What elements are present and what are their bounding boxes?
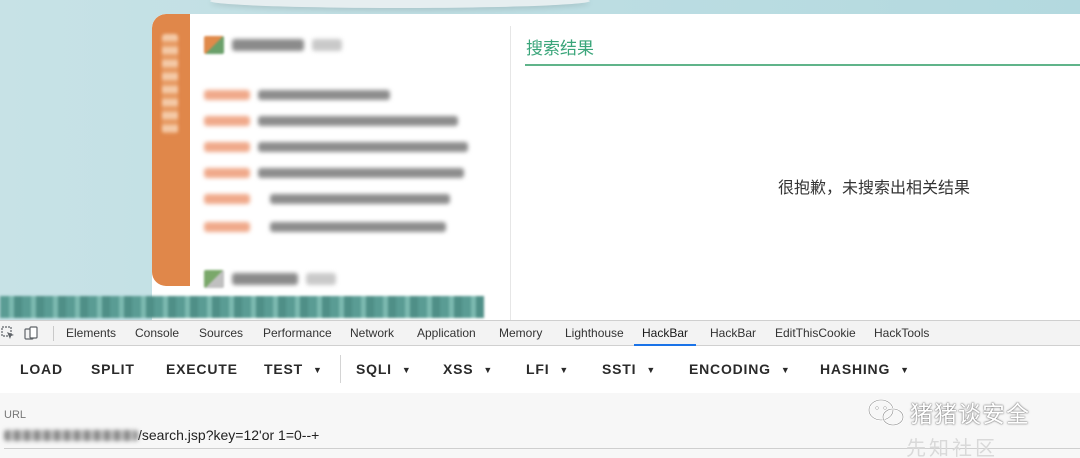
load-button[interactable]: LOAD bbox=[20, 347, 63, 391]
execute-button[interactable]: EXECUTE bbox=[166, 347, 238, 391]
ssti-dropdown-label: SSTI bbox=[602, 361, 637, 377]
test-dropdown-label: TEST bbox=[264, 361, 303, 377]
post-title-blurred bbox=[232, 273, 298, 285]
xss-dropdown[interactable]: XSS ▼ bbox=[443, 347, 493, 391]
devtools-tab-bar: Elements Console Sources Performance Net… bbox=[0, 321, 1080, 346]
url-host-blurred bbox=[4, 429, 138, 441]
post-meta-blurred bbox=[312, 39, 342, 51]
post-meta-blurred bbox=[306, 273, 336, 285]
post-thumbnail-icon bbox=[204, 270, 224, 288]
post-title-blurred bbox=[232, 39, 304, 51]
no-results-message: 很抱歉，未搜索出相关结果 bbox=[778, 178, 971, 197]
encoding-dropdown-label: ENCODING bbox=[689, 361, 771, 377]
inspect-element-icon[interactable] bbox=[1, 326, 15, 340]
hashing-dropdown[interactable]: HASHING ▼ bbox=[820, 347, 910, 391]
lfi-dropdown-label: LFI bbox=[526, 361, 550, 377]
encoding-dropdown[interactable]: ENCODING ▼ bbox=[689, 347, 791, 391]
sqli-dropdown[interactable]: SQLI ▼ bbox=[356, 347, 412, 391]
tab-hackbar[interactable]: HackBar bbox=[702, 321, 764, 346]
url-field-underline bbox=[4, 448, 1080, 449]
tab-hackbar-active[interactable]: HackBar bbox=[634, 321, 697, 346]
sqli-dropdown-label: SQLI bbox=[356, 361, 392, 377]
header-shadow bbox=[210, 0, 590, 8]
lfi-dropdown[interactable]: LFI ▼ bbox=[526, 347, 569, 391]
post-title-row bbox=[204, 36, 342, 54]
post-title-row bbox=[204, 270, 336, 288]
devtools-panel: Elements Console Sources Performance Net… bbox=[0, 320, 1080, 458]
title-underline bbox=[525, 64, 1080, 66]
post-thumbnail-icon bbox=[204, 36, 224, 54]
url-label: URL bbox=[4, 409, 27, 421]
tab-console[interactable]: Console bbox=[127, 321, 187, 346]
url-section: URL /search.jsp?key=12'or 1=0--+ bbox=[0, 393, 1080, 458]
chevron-down-icon: ▼ bbox=[401, 365, 412, 376]
url-path-text: /search.jsp?key=12'or 1=0--+ bbox=[138, 427, 320, 443]
ssti-dropdown[interactable]: SSTI ▼ bbox=[602, 347, 656, 391]
split-button-label: SPLIT bbox=[91, 361, 135, 377]
execute-button-label: EXECUTE bbox=[166, 361, 238, 377]
search-results-panel: 搜索结果 很抱歉，未搜索出相关结果 bbox=[510, 14, 1080, 320]
chevron-down-icon: ▼ bbox=[483, 365, 494, 376]
webpage-viewport: 搜索结果 很抱歉，未搜索出相关结果 bbox=[0, 0, 1080, 320]
post-list-card bbox=[152, 14, 512, 320]
tab-editthiscookie[interactable]: EditThisCookie bbox=[767, 321, 864, 346]
tab-performance[interactable]: Performance bbox=[255, 321, 340, 346]
hackbar-toolbar: LOAD SPLIT EXECUTE TEST ▼ SQLI ▼ XSS ▼ LFI ▼… bbox=[0, 347, 1080, 391]
tab-bar-separator bbox=[53, 326, 54, 341]
tab-elements[interactable]: Elements bbox=[58, 321, 124, 346]
hashing-dropdown-label: HASHING bbox=[820, 361, 891, 377]
chevron-down-icon: ▼ bbox=[559, 365, 570, 376]
tab-application[interactable]: Application bbox=[409, 321, 484, 346]
tab-sources[interactable]: Sources bbox=[191, 321, 251, 346]
screenshot-root: 搜索结果 很抱歉，未搜索出相关结果 Elements Console Sourc… bbox=[0, 0, 1080, 458]
panel-divider bbox=[510, 26, 511, 320]
tab-lighthouse[interactable]: Lighthouse bbox=[557, 321, 632, 346]
blurred-footer-strip bbox=[0, 296, 484, 318]
category-tab[interactable] bbox=[152, 14, 190, 286]
test-dropdown[interactable]: TEST ▼ bbox=[264, 347, 323, 391]
chevron-down-icon: ▼ bbox=[780, 365, 791, 376]
chevron-down-icon: ▼ bbox=[900, 365, 910, 376]
url-textarea[interactable]: /search.jsp?key=12'or 1=0--+ bbox=[4, 423, 864, 447]
device-toolbar-icon[interactable] bbox=[24, 326, 38, 340]
chevron-down-icon: ▼ bbox=[646, 365, 657, 376]
split-button[interactable]: SPLIT bbox=[91, 347, 135, 391]
load-button-label: LOAD bbox=[20, 361, 63, 377]
chevron-down-icon: ▼ bbox=[312, 365, 323, 376]
toolbar-separator bbox=[340, 355, 341, 383]
category-tab-blurred-label bbox=[162, 34, 178, 134]
tab-network[interactable]: Network bbox=[342, 321, 402, 346]
tab-hacktools[interactable]: HackTools bbox=[866, 321, 937, 346]
tab-memory[interactable]: Memory bbox=[491, 321, 550, 346]
xss-dropdown-label: XSS bbox=[443, 361, 474, 377]
search-results-title: 搜索结果 bbox=[526, 39, 594, 59]
